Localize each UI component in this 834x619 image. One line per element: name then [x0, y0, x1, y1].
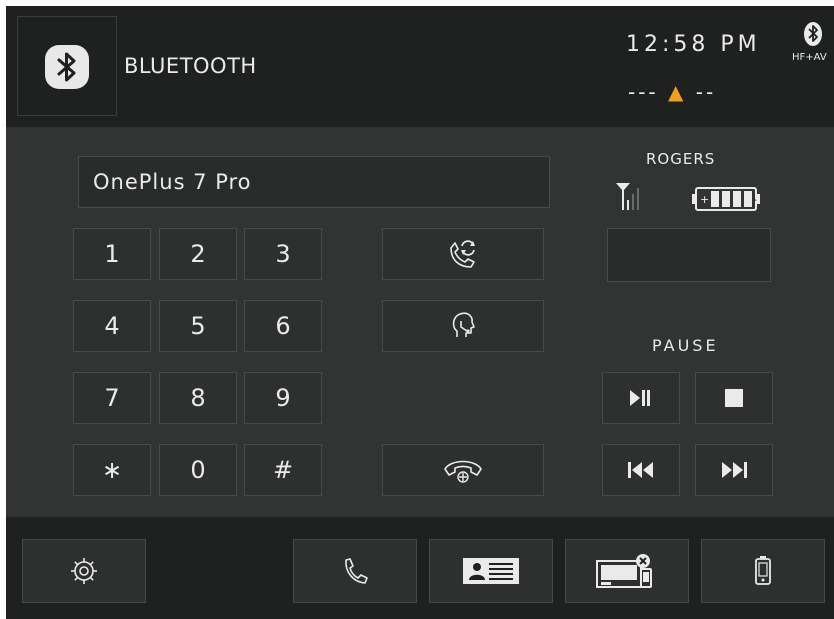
key-3[interactable]: 3: [244, 228, 322, 280]
key-hash[interactable]: #: [244, 444, 322, 496]
next-track-icon: [719, 460, 749, 480]
page-title: BLUETOOTH: [124, 54, 257, 78]
bluetooth-icon: [45, 45, 89, 89]
header-bar: BLUETOOTH 12:58 PM HF+AV --- ▲ --: [6, 6, 834, 127]
stop-icon: [724, 388, 744, 408]
mobile-phone-icon: [754, 556, 772, 586]
call-transfer-button[interactable]: [382, 228, 544, 280]
play-pause-icon: [628, 388, 654, 408]
disconnect-device-icon: [595, 551, 659, 591]
hang-up-button[interactable]: [382, 444, 544, 496]
key-4[interactable]: 4: [73, 300, 151, 352]
clock: 12:58 PM: [626, 32, 761, 57]
play-pause-button[interactable]: [602, 372, 680, 424]
previous-track-icon: [626, 460, 656, 480]
svg-text:-: -: [753, 193, 757, 206]
battery-icon: + -: [692, 184, 762, 212]
signal-indicator: --- ▲ --: [628, 80, 716, 104]
contacts-icon: [461, 556, 521, 586]
carrier-name: ROGERS: [646, 150, 716, 168]
key-7[interactable]: 7: [73, 372, 151, 424]
key-1[interactable]: 1: [73, 228, 151, 280]
bluetooth-mode-label: HF+AV: [792, 52, 827, 63]
key-8[interactable]: 8: [159, 372, 237, 424]
stop-button[interactable]: [695, 372, 773, 424]
playback-status: PAUSE: [652, 336, 719, 355]
device-name-field: OnePlus 7 Pro: [78, 156, 550, 208]
key-9[interactable]: 9: [244, 372, 322, 424]
signal-strength-icon: [614, 180, 646, 212]
mobile-device-button[interactable]: [701, 539, 825, 603]
next-track-button[interactable]: [695, 444, 773, 496]
key-0[interactable]: 0: [159, 444, 237, 496]
bluetooth-screen: BLUETOOTH 12:58 PM HF+AV --- ▲ -- OnePlu…: [6, 6, 834, 619]
settings-button[interactable]: [22, 539, 146, 603]
direction-arrow-icon: ▲: [668, 80, 687, 104]
key-5[interactable]: 5: [159, 300, 237, 352]
svg-text:+: +: [700, 193, 709, 206]
key-2[interactable]: 2: [159, 228, 237, 280]
hang-up-icon: [441, 455, 485, 485]
info-display-box: [607, 228, 771, 282]
phone-icon: [341, 556, 369, 586]
phone-transfer-icon: [445, 238, 481, 270]
dashes-right: --: [695, 80, 717, 104]
bluetooth-home-button[interactable]: [17, 16, 117, 116]
headset-icon: [448, 309, 478, 343]
private-mode-button[interactable]: [382, 300, 544, 352]
dashes-left: ---: [628, 80, 659, 104]
previous-track-button[interactable]: [602, 444, 680, 496]
key-6[interactable]: 6: [244, 300, 322, 352]
contacts-button[interactable]: [429, 539, 553, 603]
phone-button[interactable]: [293, 539, 417, 603]
key-star[interactable]: ∗: [73, 444, 151, 496]
device-management-button[interactable]: [565, 539, 689, 603]
gear-icon: [69, 556, 99, 586]
